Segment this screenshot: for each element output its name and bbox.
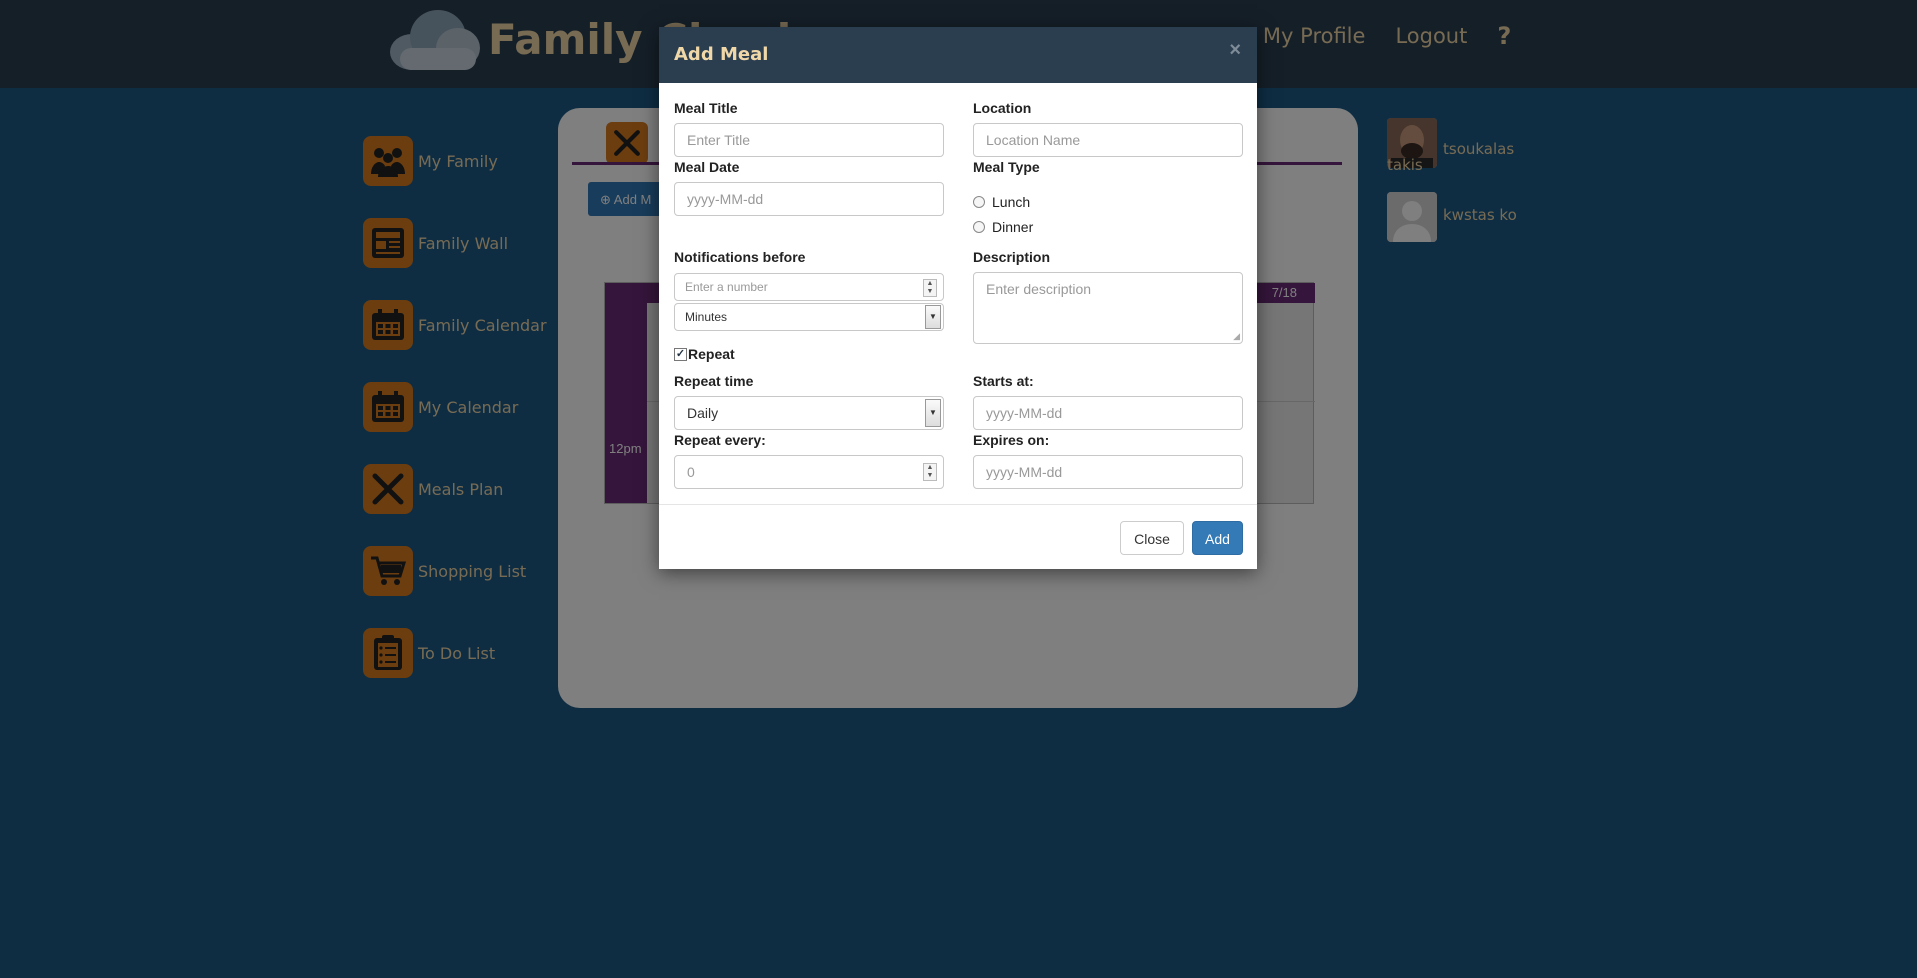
- starts-at-input[interactable]: yyyy-MM-dd: [973, 396, 1243, 430]
- chevron-down-icon: ▼: [925, 399, 941, 427]
- lunch-radio[interactable]: [973, 196, 985, 208]
- notifications-unit-value: Minutes: [685, 310, 728, 324]
- repeat-every-value: 0: [687, 464, 695, 480]
- repeat-checkbox-row[interactable]: ✓ Repeat: [674, 346, 735, 362]
- repeat-time-label: Repeat time: [674, 373, 754, 389]
- description-placeholder: Enter description: [986, 281, 1092, 297]
- resize-handle-icon[interactable]: ◢: [1233, 331, 1240, 342]
- repeat-label: Repeat: [688, 346, 735, 362]
- close-icon[interactable]: ×: [1229, 39, 1241, 62]
- modal-header: Add Meal ×: [659, 27, 1257, 83]
- notifications-label: Notifications before: [674, 249, 806, 265]
- notifications-number-input[interactable]: Enter a number ▲ ▼: [674, 273, 944, 301]
- meal-title-label: Meal Title: [674, 100, 738, 116]
- expires-on-input[interactable]: yyyy-MM-dd: [973, 455, 1243, 489]
- expires-on-label: Expires on:: [973, 432, 1050, 448]
- meal-type-lunch-option[interactable]: Lunch: [973, 194, 1030, 210]
- repeat-time-value: Daily: [687, 405, 719, 421]
- add-button[interactable]: Add: [1192, 521, 1243, 555]
- description-label: Description: [973, 249, 1051, 265]
- spinner-arrows-icon[interactable]: ▲ ▼: [923, 279, 937, 297]
- lunch-label: Lunch: [992, 194, 1031, 210]
- chevron-down-icon: ▼: [925, 305, 941, 329]
- modal-title: Add Meal: [674, 44, 769, 65]
- meal-title-input[interactable]: Enter Title: [674, 123, 944, 157]
- close-button[interactable]: Close: [1120, 521, 1184, 555]
- modal-footer: Close Add: [659, 504, 1257, 569]
- add-meal-modal: Add Meal × Meal Title Enter Title Meal D…: [659, 27, 1257, 569]
- repeat-time-select[interactable]: Daily ▼: [674, 396, 944, 430]
- description-textarea[interactable]: Enter description ◢: [973, 272, 1243, 344]
- repeat-every-label: Repeat every:: [674, 432, 766, 448]
- notifications-unit-select[interactable]: Minutes ▼: [674, 303, 944, 331]
- dinner-radio[interactable]: [973, 221, 985, 233]
- location-label: Location: [973, 100, 1032, 116]
- spinner-arrows-icon[interactable]: ▲ ▼: [923, 463, 937, 481]
- notifications-placeholder: Enter a number: [685, 280, 768, 294]
- repeat-checkbox[interactable]: ✓: [674, 347, 687, 361]
- meal-date-input[interactable]: yyyy-MM-dd: [674, 182, 944, 216]
- meal-type-label: Meal Type: [973, 159, 1040, 175]
- starts-at-label: Starts at:: [973, 373, 1034, 389]
- location-input[interactable]: Location Name: [973, 123, 1243, 157]
- meal-type-dinner-option[interactable]: Dinner: [973, 219, 1033, 235]
- dinner-label: Dinner: [992, 219, 1034, 235]
- meal-date-label: Meal Date: [674, 159, 740, 175]
- repeat-every-input[interactable]: 0 ▲ ▼: [674, 455, 944, 489]
